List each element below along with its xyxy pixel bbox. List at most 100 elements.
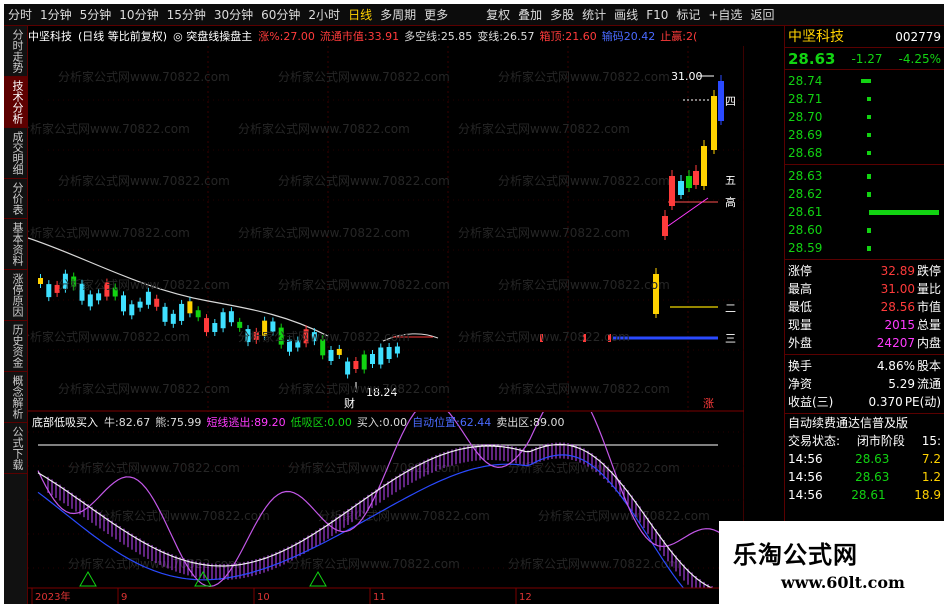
toolbar-item-0[interactable]: 分时	[4, 4, 36, 26]
trade-volume: 18.9	[914, 488, 941, 502]
brand-url: www.60lt.com	[781, 573, 905, 592]
indicator-name[interactable]: ◎ 突盘线操盘主	[173, 28, 252, 44]
toolbar-item-19[interactable]: 返回	[746, 4, 778, 26]
watermark-text: 分析家公式网www.70822.com	[508, 556, 680, 571]
marker-three: 三	[725, 332, 736, 345]
sidebar-tab-5[interactable]: 涨停原因	[4, 270, 28, 321]
stat-label: 现量	[788, 318, 813, 332]
kline-chart[interactable]: 30.0028.0026.0024.0022.0020.0031.0018.24…	[28, 26, 744, 412]
stats-block-2: 换手 4.86% 股本 净资 5.29 流通 收益(三) 0.370 PE(动)	[785, 355, 944, 414]
brand-name: 乐淘公式网	[733, 541, 858, 569]
toolbar-item-7[interactable]: 2小时	[304, 4, 344, 26]
toolbar-item-16[interactable]: F10	[642, 4, 672, 26]
sidebar-tab-4[interactable]: 基本资料	[4, 219, 28, 270]
watermark-text: 分析家公式网www.70822.com	[278, 277, 450, 292]
toolbar-item-5[interactable]: 30分钟	[210, 4, 257, 26]
watermark-text: 分析家公式网www.70822.com	[28, 329, 190, 344]
toolbar-item-13[interactable]: 多股	[546, 4, 578, 26]
trade-price: 28.63	[855, 452, 890, 466]
stat2-row: 换手 4.86% 股本	[785, 357, 944, 375]
candle	[336, 344, 342, 359]
watermark-text: 分析家公式网www.70822.com	[498, 69, 670, 84]
candle	[701, 140, 707, 190]
brand-watermark: 乐淘公式网 www.60lt.com	[719, 521, 945, 609]
stats-block: 涨停 32.89 跌停 最高 31.00 量比 最低 28.56 市值 现量 2015 总量 外盘 242…	[785, 260, 944, 355]
toolbar-item-10[interactable]: 更多	[420, 4, 452, 26]
candle	[328, 345, 334, 365]
indicator-field-value: 20.42	[623, 30, 656, 43]
marker-five: 五	[725, 174, 736, 187]
stat-right-label: 市值	[916, 300, 941, 314]
toolbar-item-1[interactable]: 1分钟	[36, 4, 76, 26]
date-tick: 2023年	[35, 590, 70, 603]
oscillator-chart[interactable]: 100.080.0060.0040.0020.00分析家公式网www.70822…	[28, 412, 744, 604]
sidebar-tab-1[interactable]: 技术分析	[4, 77, 28, 128]
sub-indicator-name[interactable]: 底部低吸买入	[28, 414, 98, 430]
trade-price: 28.63	[855, 470, 890, 484]
stat-right-label: 内盘	[916, 336, 941, 350]
toolbar-item-15[interactable]: 画线	[610, 4, 642, 26]
status-label: 交易状态:	[788, 434, 841, 448]
toolbar-item-6[interactable]: 60分钟	[257, 4, 304, 26]
sub-field-value: 75.99	[169, 416, 202, 429]
sidebar-tab-7[interactable]: 概念解析	[4, 372, 28, 423]
toolbar-item-9[interactable]: 多周期	[376, 4, 420, 26]
toolbar-item-4[interactable]: 15分钟	[163, 4, 210, 26]
ask-volume-bar	[861, 79, 871, 83]
trade-time: 14:56	[788, 452, 823, 466]
sidebar-tab-3[interactable]: 分价表	[4, 179, 28, 219]
trade-row: 14:56 28.61 18.9	[785, 486, 944, 504]
indicator-field-value: 26.57	[503, 30, 535, 43]
sub-field-label: 牛:	[104, 416, 119, 429]
watermark-text: 分析家公式网www.70822.com	[58, 173, 230, 188]
ask-row: 28.68	[785, 144, 944, 162]
quote-panel: 中坚科技 002779 28.63 -1.27 -4.25% 28.74 28.7…	[784, 26, 944, 604]
sidebar-tab-8[interactable]: 公式下载	[4, 423, 28, 474]
ask-price: 28.69	[788, 128, 823, 142]
marker-finance: 财	[344, 396, 355, 410]
candle	[129, 300, 135, 320]
bid-volume-bar	[867, 246, 871, 251]
watermark-text: 分析家公式网www.70822.com	[458, 329, 630, 344]
bid-volume-bar	[867, 174, 871, 179]
indicator-field-label: 止赢:	[660, 30, 686, 43]
trade-row: 14:56 28.63 7.2	[785, 450, 944, 468]
candle	[212, 319, 218, 337]
toolbar-item-14[interactable]: 统计	[578, 4, 610, 26]
indicator-field-value: 33.91	[367, 30, 400, 43]
bid-row: 28.61	[785, 203, 944, 221]
price-change-pct: -4.25%	[898, 52, 941, 66]
stat-right-label: 量比	[916, 282, 941, 296]
sidebar-tab-0[interactable]: 分时走势	[4, 26, 28, 77]
buy-signal	[79, 570, 97, 587]
watermark-text: 分析家公式网www.70822.com	[238, 225, 410, 240]
stat-row: 涨停 32.89 跌停	[785, 262, 944, 280]
sidebar: 分时走势 技术分析 成交明细 分价表 基本资料 涨停原因 历史资金 概念解析 公式下载	[4, 26, 28, 604]
sub-field-value: 89.20	[254, 416, 286, 429]
toolbar-item-8[interactable]: 日线	[344, 4, 376, 26]
toolbar-item-12[interactable]: 叠加	[514, 4, 546, 26]
toolbar-item-2[interactable]: 5分钟	[76, 4, 116, 26]
trade-volume: 1.2	[921, 470, 941, 484]
toolbar-item-11[interactable]: 复权	[482, 4, 514, 26]
date-tick: 10	[257, 592, 270, 603]
trade-volume: 7.2	[921, 452, 941, 466]
sub-field-value: 82.67	[118, 416, 151, 429]
toolbar-item-17[interactable]: 标记	[672, 4, 704, 26]
sidebar-tab-2[interactable]: 成交明细	[4, 128, 28, 179]
toolbar-item-18[interactable]: +自选	[704, 4, 746, 26]
watermark-text: 分析家公式网www.70822.com	[278, 173, 450, 188]
ask-row: 28.70	[785, 108, 944, 126]
toolbar-item-3[interactable]: 10分钟	[115, 4, 162, 26]
watermark-text: 分析家公式网www.70822.com	[58, 381, 230, 396]
ask-volume-bar	[867, 115, 871, 119]
marker-four: 四	[725, 95, 736, 108]
watermark-text: 分析家公式网www.70822.com	[498, 381, 670, 396]
indicator-field: 箱顶:21.60	[540, 28, 597, 44]
ask-price: 28.70	[788, 110, 823, 124]
indicator-field: 止赢:2(	[660, 28, 697, 44]
sidebar-tab-6[interactable]: 历史资金	[4, 321, 28, 372]
candle	[46, 280, 52, 302]
chart-area[interactable]: 30.0028.0026.0024.0022.0020.0031.0018.24…	[28, 26, 744, 604]
sub-field-label: 卖出区:	[496, 416, 534, 429]
